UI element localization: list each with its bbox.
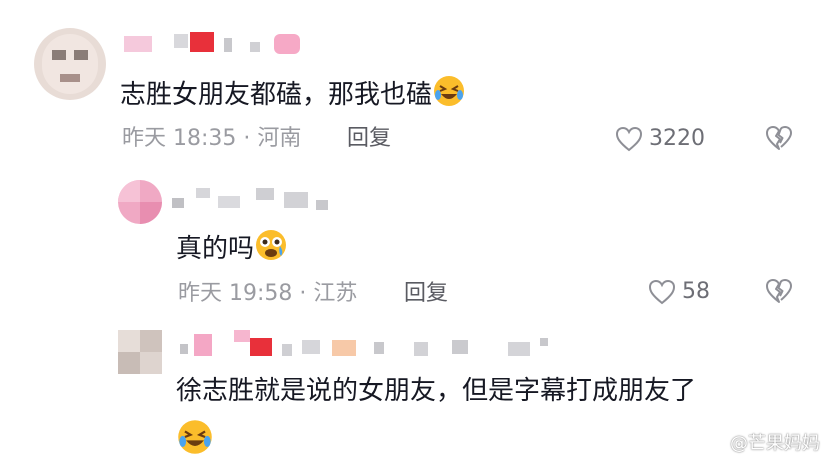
like-count: 58 [682,279,710,304]
rolling-on-floor-laughing-icon [176,418,214,460]
comment-text: 徐志胜就是说的女朋友，但是字幕打成朋友了 [176,376,697,406]
reply-button[interactable]: 回复 [404,280,448,308]
comment-text: 志胜女朋友都磕，那我也磕 [120,74,466,117]
like-button[interactable]: 58 [648,278,710,306]
weibo-logo-icon [700,433,725,452]
comment-meta: 昨天 18:35 · 河南 [122,126,302,151]
heart-icon [615,126,643,152]
rolling-on-floor-laughing-icon [432,74,466,117]
watermark: @芒果妈妈 [700,429,820,455]
dislike-button[interactable] [765,124,793,156]
watermark-text: @芒果妈妈 [730,433,820,454]
broken-heart-icon [766,126,792,150]
comment-text: 真的吗 [176,228,288,271]
username-blurred[interactable] [120,30,310,56]
username-blurred[interactable] [178,330,558,360]
broken-heart-icon [766,279,792,303]
username-blurred[interactable] [172,186,332,212]
dislike-button[interactable] [765,277,793,309]
avatar[interactable] [118,330,162,374]
like-count: 3220 [649,126,705,151]
crying-scared-face-icon [254,228,288,271]
avatar[interactable] [34,28,106,100]
avatar[interactable] [118,180,162,224]
comment-meta: 昨天 19:58 · 江苏 [178,281,358,306]
like-button[interactable]: 3220 [615,125,705,153]
heart-icon [648,279,676,305]
reply-button[interactable]: 回复 [347,125,391,153]
